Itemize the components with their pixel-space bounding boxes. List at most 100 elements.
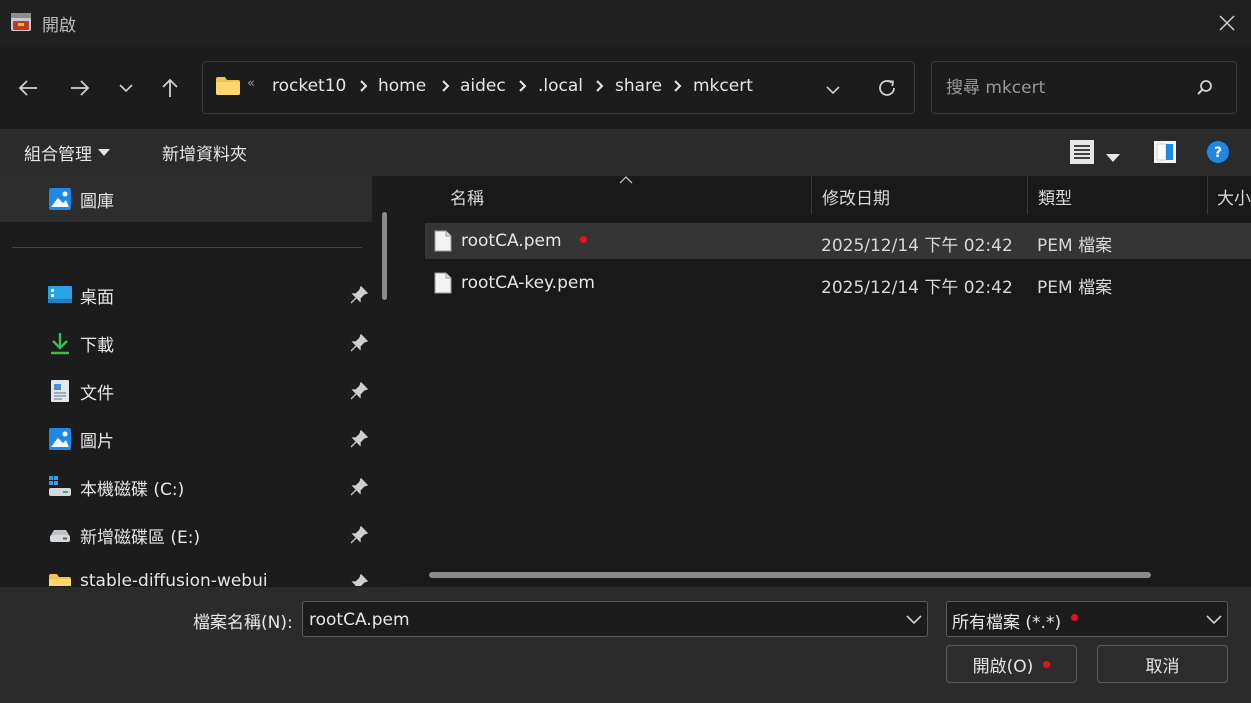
sidebar-item-label: 圖片 — [80, 432, 114, 452]
pin-icon[interactable] — [350, 574, 368, 586]
help-button[interactable]: ? — [1206, 140, 1230, 164]
chevron-down-icon — [1206, 615, 1222, 625]
crumb-separator-icon — [519, 80, 527, 92]
app-icon — [10, 11, 32, 33]
sidebar-item-drive-c[interactable]: 本機磁碟 (C:) — [0, 464, 372, 510]
filename-label: 檔案名稱(N): — [193, 613, 293, 633]
view-options-button[interactable] — [1069, 139, 1095, 165]
sidebar-item-gallery[interactable]: 圖庫 — [0, 176, 372, 222]
download-icon — [51, 333, 69, 355]
view-menu-button[interactable] — [1106, 148, 1120, 162]
folder-icon — [49, 574, 71, 586]
sidebar-item-desktop[interactable]: 桌面 — [0, 272, 372, 318]
crumb-rocket10[interactable]: rocket10 — [272, 76, 346, 96]
window-title: 開啟 — [42, 16, 76, 36]
column-header-name[interactable]: 名稱 — [450, 184, 484, 209]
new-folder-button[interactable]: 新增資料夾 — [162, 140, 247, 165]
documents-icon — [51, 380, 69, 402]
filename-input[interactable] — [309, 608, 889, 632]
sidebar-item-documents[interactable]: 文件 — [0, 368, 372, 414]
gallery-icon — [49, 188, 71, 210]
up-button[interactable] — [153, 71, 187, 105]
file-icon — [434, 230, 452, 252]
preview-pane-button[interactable] — [1152, 139, 1178, 165]
refresh-icon — [879, 80, 895, 96]
address-overflow[interactable]: « — [247, 76, 255, 91]
sidebar-item-drive-e[interactable]: 新增磁碟區 (E:) — [0, 512, 372, 558]
drive-c-icon — [49, 476, 71, 496]
close-button[interactable] — [1206, 6, 1248, 40]
crumb-local[interactable]: .local — [538, 76, 583, 96]
refresh-button[interactable] — [876, 77, 898, 99]
sidebar-item-label: 文件 — [80, 384, 114, 404]
crumb-aidec[interactable]: aidec — [460, 76, 506, 96]
open-button[interactable]: 開啟(O) — [946, 645, 1077, 683]
file-row-selected[interactable]: rootCA.pem 2025/12/14 下午 02:42 PEM 檔案 — [425, 223, 1251, 259]
close-icon — [1219, 15, 1235, 31]
search-input[interactable] — [946, 76, 1186, 100]
recent-locations-button[interactable] — [109, 71, 143, 105]
column-header-modified[interactable]: 修改日期 — [822, 184, 890, 209]
file-type: PEM 檔案 — [1037, 278, 1113, 298]
open-label: 開啟(O) — [972, 656, 1034, 677]
pin-icon[interactable] — [350, 430, 368, 448]
crumb-share[interactable]: share — [615, 76, 662, 96]
file-name: rootCA.pem — [461, 231, 562, 251]
cancel-button[interactable]: 取消 — [1097, 645, 1228, 683]
pictures-icon — [49, 428, 71, 450]
forward-button[interactable] — [63, 71, 97, 105]
horizontal-scrollbar-thumb[interactable] — [429, 572, 1151, 578]
crumb-separator-icon — [674, 80, 682, 92]
sidebar-item-pictures[interactable]: 圖片 — [0, 416, 372, 462]
organize-label: 組合管理 — [24, 145, 92, 165]
folder-icon — [215, 76, 241, 96]
crumb-separator-icon — [360, 80, 368, 92]
status-dot — [1043, 660, 1051, 668]
search-icon — [1197, 80, 1212, 95]
file-type: PEM 檔案 — [1037, 236, 1113, 256]
arrow-right-icon — [71, 80, 90, 96]
pin-icon[interactable] — [350, 286, 368, 304]
back-button[interactable] — [11, 71, 45, 105]
address-history-button[interactable] — [826, 80, 846, 96]
file-icon — [434, 272, 452, 294]
drive-e-icon — [50, 530, 70, 542]
arrow-left-icon — [18, 80, 37, 96]
caret-down-icon — [1106, 154, 1120, 162]
organize-button[interactable]: 組合管理 — [24, 140, 110, 165]
column-separator[interactable] — [811, 176, 812, 214]
sidebar-item-label: 新增磁碟區 (E:) — [80, 528, 201, 548]
column-header-size[interactable]: 大小 — [1217, 184, 1251, 209]
title-bar — [0, 0, 1251, 47]
chevron-down-icon — [826, 86, 840, 95]
filename-combobox[interactable] — [302, 601, 928, 637]
column-header-type[interactable]: 類型 — [1038, 184, 1072, 209]
sidebar-item-label: stable-diffusion-webui — [80, 571, 268, 586]
desktop-icon — [48, 286, 72, 303]
crumb-mkcert[interactable]: mkcert — [693, 76, 753, 96]
crumb-home[interactable]: home — [378, 76, 426, 96]
pin-icon[interactable] — [350, 526, 368, 544]
sidebar-item-downloads[interactable]: 下載 — [0, 320, 372, 366]
file-modified: 2025/12/14 下午 02:42 — [821, 236, 1013, 256]
sidebar-scrollbar-thumb[interactable] — [382, 212, 387, 300]
sidebar-item-label: 下載 — [80, 336, 114, 356]
sidebar-item-stable-diffusion[interactable]: stable-diffusion-webui — [0, 560, 372, 586]
search-box[interactable] — [931, 61, 1237, 114]
file-name: rootCA-key.pem — [461, 273, 595, 293]
pin-icon[interactable] — [350, 382, 368, 400]
details-view-icon — [1070, 140, 1094, 164]
pin-icon[interactable] — [350, 334, 368, 352]
navigation-pane: 圖庫 桌面 下載 文件 圖片 本機磁碟 (C:) 新增磁碟區 (E:) stab… — [0, 176, 372, 586]
help-icon: ? — [1207, 141, 1229, 163]
file-row[interactable]: rootCA-key.pem 2025/12/14 下午 02:42 PEM 檔… — [425, 265, 1251, 301]
filter-value: 所有檔案 (*.*) — [952, 613, 1062, 633]
preview-pane-icon — [1154, 141, 1176, 163]
pin-icon[interactable] — [350, 478, 368, 496]
column-separator[interactable] — [1027, 176, 1028, 214]
chevron-down-icon[interactable] — [906, 615, 922, 625]
sidebar-item-label: 本機磁碟 (C:) — [80, 480, 185, 500]
column-separator[interactable] — [1207, 176, 1208, 214]
chevron-down-icon — [119, 84, 133, 93]
file-type-filter[interactable]: 所有檔案 (*.*) — [946, 601, 1228, 637]
